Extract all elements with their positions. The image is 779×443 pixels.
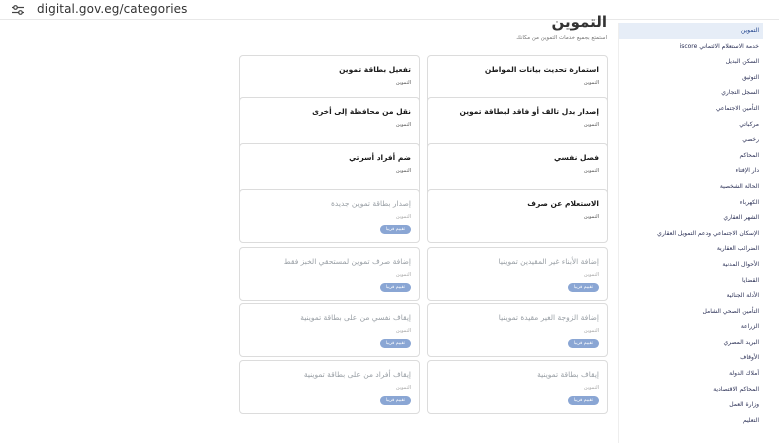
sidebar-item[interactable]: الحالة الشخصية <box>619 179 763 195</box>
service-card-title: إضافة الزوجة الغير مقيدة تموينيا <box>498 313 599 322</box>
sidebar-item[interactable]: البريد المصري <box>619 335 763 351</box>
categories-sidebar: التموين خدمة الاستعلام الائتماني iscore ال… <box>618 23 763 443</box>
service-card-category: التموين <box>583 122 599 128</box>
coming-soon-badge: تقييم قريبا <box>567 283 599 292</box>
sidebar-item[interactable]: التأمين الاجتماعي <box>619 101 763 117</box>
sidebar-item[interactable]: الإسكان الاجتماعي ودعم التمويل العقاري <box>619 226 763 242</box>
sidebar-item[interactable]: دار الإفتاء <box>619 163 763 179</box>
service-card[interactable]: إضافة صرف تموين لمستحقي الخبز فقط التموين… <box>239 247 420 301</box>
service-card-title: إيقاف بطاقة تموينية <box>537 370 599 379</box>
coming-soon-badge: تقييم قريبا <box>567 396 599 405</box>
coming-soon-badge: تقييم قريبا <box>379 283 411 292</box>
page-content: التموين استمتع بجميع خدمات التموين من مك… <box>0 13 779 443</box>
service-card-title: فصل نفسي <box>553 153 599 162</box>
sidebar-item[interactable]: الضرائب العقارية <box>619 241 763 257</box>
sidebar-item[interactable]: خدمة الاستعلام الائتماني iscore <box>619 39 763 55</box>
service-card-category: التموين <box>583 328 599 334</box>
sidebar-item[interactable]: التوثيق <box>619 70 763 86</box>
sidebar-item[interactable]: المحاكم الاقتصادية <box>619 382 763 398</box>
sidebar-item[interactable]: الأوقاف <box>619 350 763 366</box>
service-card-category: التموين <box>395 168 411 174</box>
service-card[interactable]: الاستعلام عن صرف التموين <box>427 189 608 243</box>
sidebar-item[interactable]: السكن البديل <box>619 54 763 70</box>
service-card-category: التموين <box>583 272 599 278</box>
service-card-title: إيقاف أفراد من على بطاقة تموينية <box>303 370 411 379</box>
sidebar-item[interactable]: الزراعة <box>619 319 763 335</box>
service-card-title: نقل من محافظة إلى أخرى <box>312 107 411 116</box>
page-subtitle: استمتع بجميع خدمات التموين من مكانك <box>516 35 607 41</box>
sidebar-item[interactable]: رخصي <box>619 132 763 148</box>
service-card-title: تفعيل بطاقة تموين <box>339 65 411 74</box>
url-text[interactable]: digital.gov.eg/categories <box>37 2 188 16</box>
service-card-title: إصدار بطاقة تموين جديدة <box>331 199 411 208</box>
service-card-category: التموين <box>583 214 599 220</box>
sidebar-item[interactable]: الشهر العقاري <box>619 210 763 226</box>
coming-soon-badge: تقييم قريبا <box>379 339 411 348</box>
service-card[interactable]: إيقاف نفسي من على بطاقة تموينية التموين تق… <box>239 303 420 357</box>
service-card-title: إضافة صرف تموين لمستحقي الخبز فقط <box>283 257 411 266</box>
service-card-title: إضافة الأبناء غير المقيدين تموينيا <box>498 257 599 266</box>
service-card-category: التموين <box>583 80 599 86</box>
coming-soon-badge: تقييم قريبا <box>379 225 411 234</box>
sidebar-item[interactable]: الكهرباء <box>619 195 763 211</box>
service-card[interactable]: إيقاف بطاقة تموينية التموين تقييم قريبا <box>427 360 608 414</box>
sidebar-item[interactable]: التموين <box>619 23 763 39</box>
service-card-title: إصدار بدل تالف أو فاقد لبطاقة تموين <box>459 107 599 116</box>
service-card[interactable]: إصدار بطاقة تموين جديدة التموين تقييم قريب… <box>239 189 420 243</box>
sidebar-item[interactable]: القضايا <box>619 273 763 289</box>
coming-soon-badge: تقييم قريبا <box>567 339 599 348</box>
service-card[interactable]: إيقاف أفراد من على بطاقة تموينية التموين ت… <box>239 360 420 414</box>
coming-soon-badge: تقييم قريبا <box>379 396 411 405</box>
service-card-title: الاستعلام عن صرف <box>527 199 599 208</box>
service-card[interactable]: إضافة الأبناء غير المقيدين تموينيا التموي… <box>427 247 608 301</box>
service-card-title: إيقاف نفسي من على بطاقة تموينية <box>300 313 411 322</box>
sidebar-item[interactable]: التأمين الصحي الشامل <box>619 304 763 320</box>
service-card-category: التموين <box>395 272 411 278</box>
sidebar-item[interactable]: التعليم <box>619 413 763 429</box>
service-card-category: التموين <box>395 214 411 220</box>
service-card[interactable]: إضافة الزوجة الغير مقيدة تموينيا التموين ت… <box>427 303 608 357</box>
sidebar-item[interactable]: الأحوال المدنية <box>619 257 763 273</box>
sidebar-item[interactable]: المحاكم <box>619 148 763 164</box>
service-card-title: استمارة تحديث بيانات المواطن <box>484 65 599 74</box>
service-card-category: التموين <box>583 168 599 174</box>
address-bar[interactable]: digital.gov.eg/categories <box>0 0 779 20</box>
service-card-category: التموين <box>395 80 411 86</box>
sidebar-item[interactable]: أملاك الدولة <box>619 366 763 382</box>
sidebar-item[interactable]: مركباتي <box>619 117 763 133</box>
service-card-category: التموين <box>395 328 411 334</box>
service-card-title: ضم أفراد أسرتي <box>349 153 411 162</box>
sidebar-item[interactable]: السجل التجاري <box>619 85 763 101</box>
service-card-category: التموين <box>395 385 411 391</box>
service-card-category: التموين <box>583 385 599 391</box>
sidebar-item[interactable]: وزارة العمل <box>619 397 763 413</box>
site-settings-icon[interactable] <box>12 5 24 15</box>
service-card-category: التموين <box>395 122 411 128</box>
page-title: التموين <box>551 13 608 31</box>
sidebar-item[interactable]: الأدلة الجنائية <box>619 288 763 304</box>
